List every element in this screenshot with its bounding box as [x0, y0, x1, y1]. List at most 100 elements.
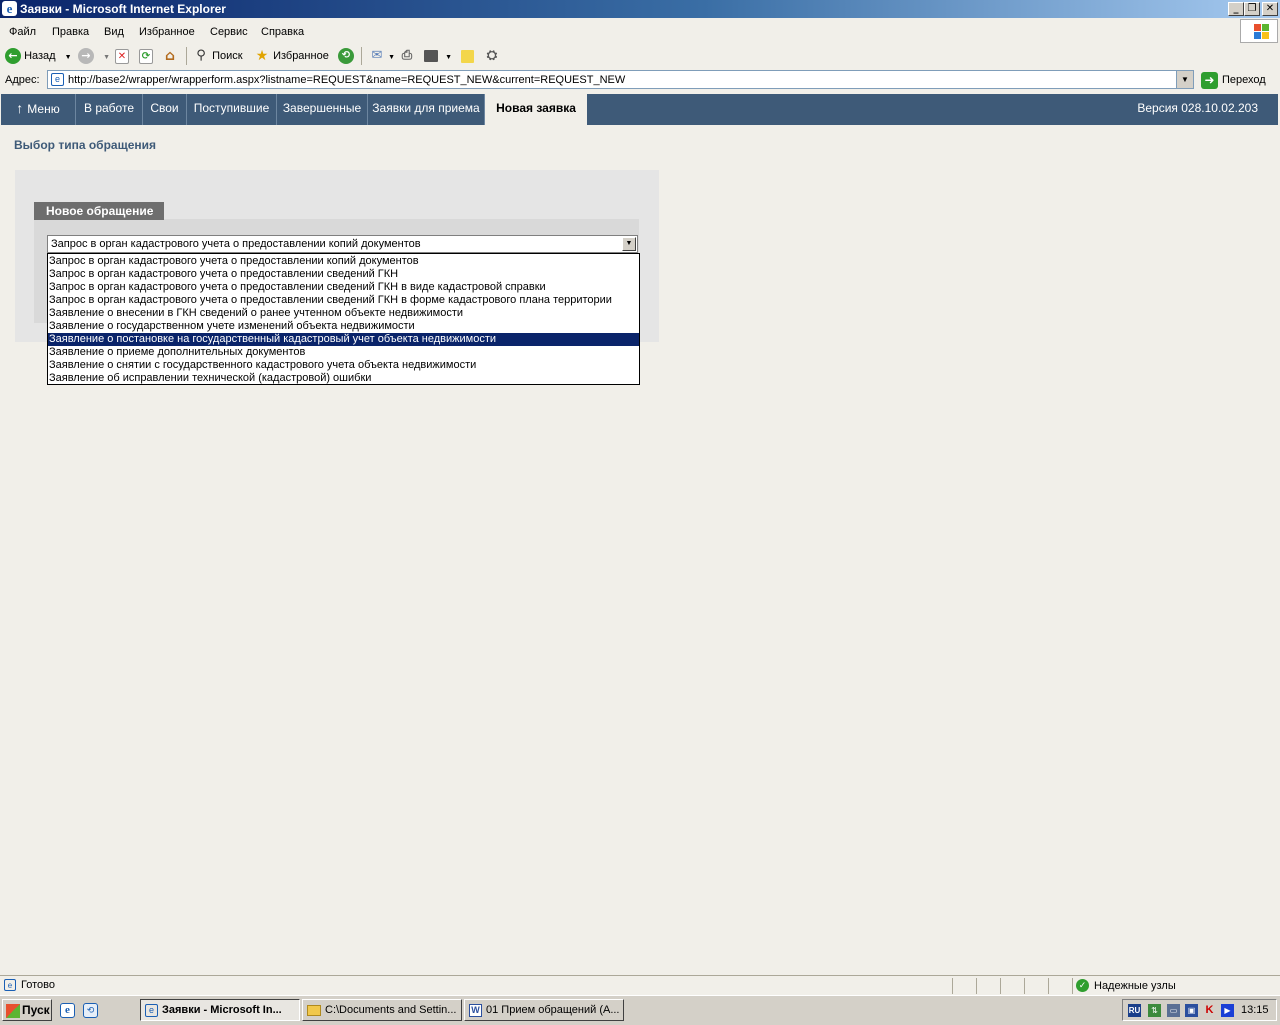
address-bar: Адрес: e http://base2/wrapper/wrapperfor… [0, 68, 1280, 93]
dropdown-option[interactable]: Заявление об исправлении технической (ка… [48, 372, 639, 385]
menu-tools[interactable]: Сервис [210, 26, 248, 38]
status-cell [1024, 978, 1048, 994]
task-explorer-window[interactable]: C:\Documents and Settin... [302, 999, 462, 1021]
task-ie-window[interactable]: e Заявки - Microsoft In... [140, 999, 300, 1021]
window-title-bar[interactable]: e Заявки - Microsoft Internet Explorer _… [0, 0, 1280, 18]
dropdown-option[interactable]: Запрос в орган кадастрового учета о пред… [48, 268, 639, 281]
windows-logo-icon [6, 1003, 20, 1018]
menu-file[interactable]: Файл [9, 26, 36, 38]
note-icon [461, 49, 474, 63]
home-button[interactable]: ⌂ [162, 48, 178, 64]
mail-button[interactable]: ✉ ▼ [369, 48, 395, 64]
restore-button[interactable]: ❐ [1244, 2, 1260, 16]
close-button[interactable]: ✕ [1262, 2, 1278, 16]
monitor-icon[interactable]: ▭ [1167, 1004, 1180, 1017]
tab-requests-for-reception[interactable]: Заявки для приема [368, 94, 485, 125]
window-title: Заявки - Microsoft Internet Explorer [20, 2, 226, 16]
back-button[interactable]: ← Назад ▼ [5, 48, 72, 65]
menu-favorites[interactable]: Избранное [139, 26, 195, 38]
security-zone: ✓ Надежные узлы [1072, 978, 1278, 994]
toolbar: ← Назад ▼ → ▼ ✕ ⟳ ⌂ ⚲ Поиск ★ Избранное … [0, 44, 1280, 69]
discuss-button[interactable] [461, 48, 474, 64]
status-text: Готово [21, 979, 55, 991]
refresh-icon: ⟳ [139, 48, 153, 64]
network-icon[interactable]: ⇅ [1148, 1004, 1161, 1017]
antivirus-icon[interactable]: K [1203, 1004, 1216, 1017]
language-indicator[interactable]: RU [1128, 1004, 1141, 1017]
version-label: Версия 028.10.02.203 [1137, 101, 1258, 115]
search-button[interactable]: ⚲ Поиск [193, 48, 242, 64]
forward-dropdown-icon: ▼ [103, 54, 110, 61]
history-button[interactable]: ⟲ [338, 48, 354, 65]
page-status-icon: e [4, 979, 16, 991]
favorites-button[interactable]: ★ Избранное [254, 48, 329, 64]
request-type-select[interactable]: Запрос в орган кадастрового учета о пред… [47, 235, 638, 253]
agent-icon[interactable]: ▣ [1185, 1004, 1198, 1017]
star-icon: ★ [255, 48, 269, 65]
edit-button[interactable]: ▼ [424, 48, 452, 64]
request-type-dropdown-list: Запрос в орган кадастрового учета о пред… [47, 253, 640, 385]
back-dropdown-icon: ▼ [64, 54, 72, 61]
research-button[interactable]: ⛭ [484, 48, 500, 64]
select-value: Запрос в орган кадастрового учета о пред… [51, 238, 421, 250]
dropdown-option[interactable]: Заявление о государственном учете измене… [48, 320, 639, 333]
address-input[interactable]: e http://base2/wrapper/wrapperform.aspx?… [47, 70, 1194, 89]
menu-bar: Файл Правка Вид Избранное Сервис Справка [0, 20, 1280, 45]
dropdown-option[interactable]: Запрос в орган кадастрового учета о пред… [48, 281, 639, 294]
stop-button[interactable]: ✕ [115, 48, 129, 64]
status-cell [1000, 978, 1024, 994]
status-cell [976, 978, 1000, 994]
task-word-document[interactable]: W 01 Прием обращений (А... [464, 999, 624, 1021]
page-icon: e [51, 73, 64, 86]
forward-arrow-icon: → [78, 48, 94, 65]
chevron-down-icon[interactable]: ▼ [622, 237, 636, 251]
menu-edit[interactable]: Правка [52, 26, 89, 38]
group-title: Новое обращение [34, 202, 164, 220]
dropdown-option[interactable]: Запрос в орган кадастрового учета о пред… [48, 294, 639, 307]
status-bar: e Готово ✓ Надежные узлы [0, 975, 1280, 996]
minimize-button[interactable]: _ [1228, 2, 1244, 16]
menu-view[interactable]: Вид [104, 26, 124, 38]
tab-own[interactable]: Свои [143, 94, 187, 125]
app-nav-bar: ↑ Меню В работе Свои Поступившие Завершен… [1, 94, 1278, 125]
tab-in-work[interactable]: В работе [76, 94, 143, 125]
edit-icon [424, 50, 438, 63]
folder-icon [307, 1004, 321, 1016]
tab-new-request[interactable]: Новая заявка [485, 94, 587, 125]
check-icon: ✓ [1076, 979, 1089, 992]
dropdown-option[interactable]: Заявление о снятии с государственного ка… [48, 359, 639, 372]
research-icon: ⛭ [486, 48, 498, 64]
page-title: Выбор типа обращения [14, 138, 157, 152]
zone-text: Надежные узлы [1094, 980, 1176, 992]
mail-dropdown-icon: ▼ [388, 54, 395, 61]
tab-menu[interactable]: ↑ Меню [1, 94, 76, 125]
word-icon: W [469, 1003, 482, 1017]
address-dropdown-icon[interactable]: ▼ [1176, 71, 1193, 88]
clock: 13:15 [1241, 1004, 1269, 1016]
history-icon: ⟲ [338, 48, 354, 65]
quicklaunch-desktop-icon[interactable]: ⟲ [83, 1003, 98, 1018]
forward-button[interactable]: → ▼ [78, 48, 110, 65]
system-tray: RU ⇅ ▭ ▣ K ▶ 13:15 [1122, 999, 1277, 1021]
menu-help[interactable]: Справка [261, 26, 304, 38]
toolbar-separator [361, 47, 362, 65]
dropdown-option[interactable]: Заявление о внесении в ГКН сведений о ра… [48, 307, 639, 320]
print-button[interactable]: ⎙ [399, 48, 415, 64]
quicklaunch-ie-icon[interactable]: e [60, 1003, 75, 1018]
go-arrow-icon: ➜ [1201, 71, 1218, 89]
go-button[interactable]: ➜ Переход [1201, 71, 1266, 89]
refresh-button[interactable]: ⟳ [139, 48, 153, 64]
dropdown-option[interactable]: Заявление о приеме дополнительных докуме… [48, 346, 639, 359]
media-player-icon[interactable]: ▶ [1221, 1004, 1234, 1017]
address-label: Адрес: [5, 74, 40, 86]
taskbar: Пуск e ⟲ e Заявки - Microsoft In... C:\Do… [0, 995, 1280, 1025]
stop-icon: ✕ [115, 48, 129, 64]
edit-dropdown-icon: ▼ [445, 54, 452, 61]
dropdown-option-highlighted[interactable]: Заявление о постановке на государственны… [48, 333, 639, 346]
toolbar-separator [186, 47, 187, 65]
search-icon: ⚲ [196, 48, 206, 64]
start-button[interactable]: Пуск [2, 999, 52, 1021]
tab-incoming[interactable]: Поступившие [187, 94, 277, 125]
tab-completed[interactable]: Завершенные [277, 94, 368, 125]
dropdown-option[interactable]: Запрос в орган кадастрового учета о пред… [48, 255, 639, 268]
